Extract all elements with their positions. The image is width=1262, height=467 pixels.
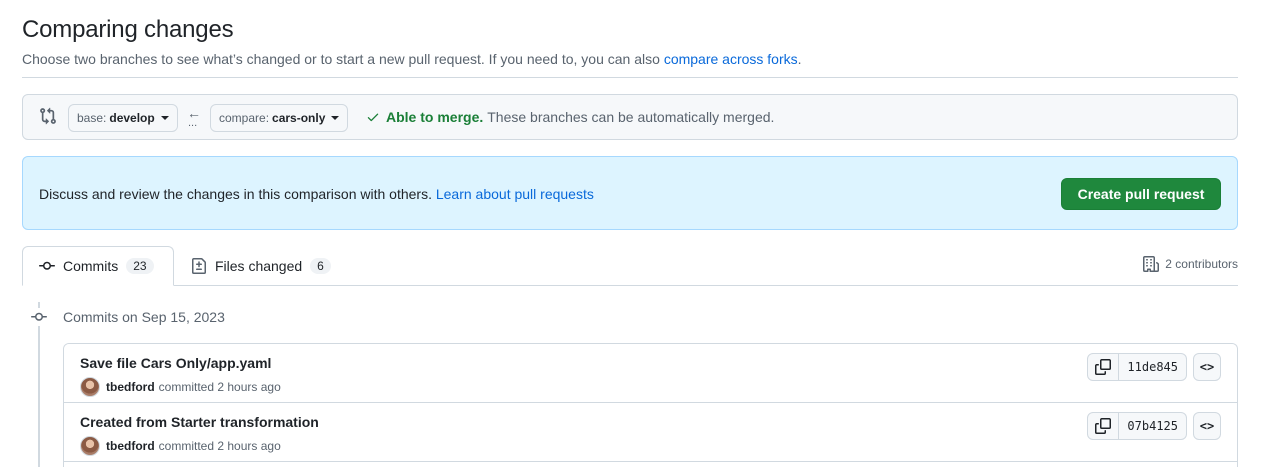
commit-row: Save file Cars Only/app.yaml tbedford co… (64, 344, 1237, 403)
contributors-label: 2 contributors (1165, 257, 1238, 271)
commit-title-link[interactable]: Save file Cars Only/app.yaml (80, 355, 271, 371)
page-title: Comparing changes (22, 16, 234, 43)
flash-message: Discuss and review the changes in this c… (39, 186, 594, 202)
commits-date-heading: Commits on Sep 15, 2023 (63, 309, 225, 325)
organization-icon (1143, 256, 1160, 272)
commits-count-badge: 23 (126, 258, 154, 274)
commit-list: Save file Cars Only/app.yaml tbedford co… (63, 343, 1238, 467)
compare-branch-name: cars-only (272, 111, 326, 125)
avatar[interactable] (80, 377, 100, 397)
tab-files-changed[interactable]: Files changed 6 (175, 246, 347, 286)
compare-prefix: compare: (219, 111, 270, 125)
merge-status: Able to merge. These branches can be aut… (366, 109, 774, 125)
contributors-summary[interactable]: 2 contributors (1143, 256, 1238, 272)
pull-request-flash: Discuss and review the changes in this c… (22, 156, 1238, 230)
copy-icon (1095, 418, 1112, 434)
compare-branch-select[interactable]: compare: cars-only (210, 104, 349, 132)
create-pull-request-button[interactable]: Create pull request (1061, 178, 1221, 210)
avatar[interactable] (80, 436, 100, 456)
commit-time: 2 hours ago (217, 380, 281, 394)
git-compare-icon (40, 107, 56, 125)
page-subtitle: Choose two branches to see what’s change… (22, 51, 802, 67)
range-editor: base: develop ← ... compare: cars-only A… (22, 94, 1238, 140)
commit-author-link[interactable]: tbedford (106, 439, 155, 453)
check-icon (367, 113, 379, 122)
tab-commits[interactable]: Commits 23 (22, 246, 174, 286)
browse-repository-button[interactable]: <> (1193, 412, 1221, 440)
files-changed-count-badge: 6 (310, 258, 331, 274)
subtitle-text: Choose two branches to see what’s change… (22, 51, 660, 67)
merge-ok-label: Able to merge. (386, 109, 484, 125)
tab-commits-label: Commits (63, 258, 119, 274)
commit-action: committed (158, 380, 215, 394)
commit-meta: tbedford committed 2 hours ago (80, 436, 281, 456)
commit-row: Created from Starter transformation tbed… (64, 403, 1237, 462)
commit-actions: 07b4125 <> (1087, 412, 1221, 440)
commit-meta: tbedford committed 2 hours ago (80, 377, 281, 397)
learn-about-pull-requests-link[interactable]: Learn about pull requests (436, 186, 594, 202)
flash-text: Discuss and review the changes in this c… (39, 186, 432, 202)
range-dots: ... (188, 117, 198, 129)
commit-actions: 11de845 <> (1087, 353, 1221, 381)
file-diff-icon (192, 258, 206, 274)
divider (22, 77, 1238, 78)
git-commit-icon (29, 308, 49, 326)
caret-down-icon (160, 116, 169, 120)
commit-title-link[interactable]: Created from Starter transformation (80, 414, 319, 430)
compare-across-forks-link[interactable]: compare across forks (664, 51, 798, 67)
base-branch-name: develop (109, 111, 155, 125)
merge-description: These branches can be automatically merg… (487, 109, 775, 125)
commit-action: committed (158, 439, 215, 453)
timeline-line (38, 302, 40, 467)
copy-icon (1095, 359, 1112, 375)
copy-sha-button[interactable] (1087, 412, 1120, 440)
browse-repository-button[interactable]: <> (1193, 353, 1221, 381)
git-commit-icon (39, 261, 55, 270)
commit-sha-link[interactable]: 07b4125 (1119, 412, 1187, 440)
copy-sha-button[interactable] (1087, 353, 1120, 381)
caret-down-icon (331, 116, 340, 120)
tab-files-changed-label: Files changed (215, 258, 303, 274)
commit-time: 2 hours ago (217, 439, 281, 453)
base-prefix: base: (77, 111, 107, 125)
commit-sha-link[interactable]: 11de845 (1119, 353, 1187, 381)
base-branch-select[interactable]: base: develop (68, 104, 178, 132)
commit-author-link[interactable]: tbedford (106, 380, 155, 394)
subtitle-end: . (797, 51, 802, 67)
